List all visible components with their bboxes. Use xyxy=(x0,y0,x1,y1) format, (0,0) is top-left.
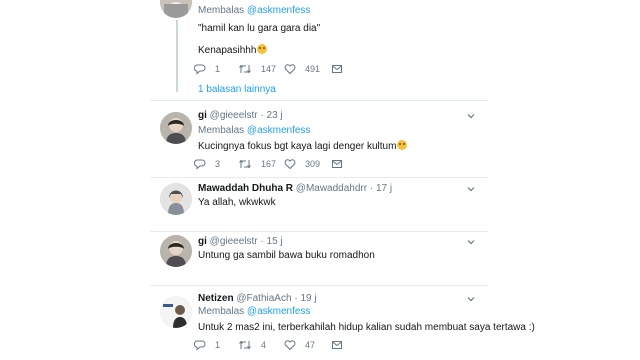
separator-dot: · xyxy=(260,110,264,121)
like-count: 47 xyxy=(305,340,316,350)
heart-icon xyxy=(284,340,296,351)
envelope-icon xyxy=(332,160,342,168)
chevron-down-icon[interactable] xyxy=(466,237,476,247)
reply-mention-link[interactable]: @askmenfess xyxy=(247,125,311,136)
avatar[interactable] xyxy=(160,183,192,215)
tweet-text-line-2: Kenapasihhh xyxy=(198,45,257,56)
user-handle[interactable]: @Mawaddahdrr xyxy=(296,183,367,194)
like-button[interactable]: 491 xyxy=(284,63,320,75)
tweet-meta: gi @gieeelstr · 15 j xyxy=(198,236,283,247)
tweet-3[interactable]: gi @gieeelstr · 15 j Untung ga sambil ba… xyxy=(150,232,488,285)
separator-dot: · xyxy=(294,293,298,304)
chevron-down-icon[interactable] xyxy=(466,184,476,194)
dm-button[interactable] xyxy=(331,339,352,351)
display-name[interactable]: gi xyxy=(198,236,207,247)
tweet-0[interactable]: Membalas @askmenfess "hamil kan lu gara … xyxy=(150,0,488,100)
reply-prefix: Membalas xyxy=(198,125,245,136)
tweet-text-line: Kucingnya fokus bgt kaya lagi denger kul… xyxy=(198,141,397,152)
separator-dot: · xyxy=(369,183,374,194)
avatar[interactable] xyxy=(160,296,192,328)
separator-dot: · xyxy=(260,236,264,247)
display-name[interactable]: Mawaddah Dhuha R xyxy=(198,183,293,194)
tweet-text: "hamil kan lu gara gara dia" Kenapasihhh xyxy=(198,22,320,57)
reply-button[interactable]: 1 xyxy=(194,339,220,351)
tweet-meta: gi @gieeelstr · 23 j xyxy=(198,110,283,121)
reply-button[interactable]: 3 xyxy=(194,158,220,170)
reply-prefix: Membalas xyxy=(198,306,245,317)
tweet-2[interactable]: Mawaddah Dhuha R @Mawaddahdrr · 17 j Ya … xyxy=(150,178,488,231)
tweet-meta: Mawaddah Dhuha R @Mawaddahdrr · 17 j xyxy=(198,183,392,194)
reply-button[interactable]: 1 xyxy=(194,63,220,75)
avatar[interactable] xyxy=(160,0,192,18)
more-replies-link[interactable]: 1 balasan lainnya xyxy=(198,84,276,95)
tweet-text: Ya allah, wkwkwk xyxy=(198,197,276,208)
tweet-text: Kucingnya fokus bgt kaya lagi denger kul… xyxy=(198,140,408,153)
reply-context: Membalas @askmenfess xyxy=(198,306,310,317)
reply-icon xyxy=(194,340,206,351)
tweet-meta: Netizen @FathiaAch · 19 j xyxy=(198,293,317,304)
reply-count: 1 xyxy=(215,340,221,350)
display-name[interactable]: gi xyxy=(198,110,207,121)
retweet-button[interactable]: 147 xyxy=(238,63,276,75)
user-handle[interactable]: @gieeelstr xyxy=(210,110,258,121)
thread-line xyxy=(176,20,178,92)
timestamp[interactable]: 19 j xyxy=(300,293,316,304)
retweet-count: 147 xyxy=(261,64,277,74)
reply-count: 3 xyxy=(215,159,221,169)
retweet-count: 4 xyxy=(261,340,267,350)
tweet-actions: 3 167 309 xyxy=(194,158,394,172)
reply-mention-link[interactable]: @askmenfess xyxy=(247,5,311,16)
like-button[interactable]: 47 xyxy=(284,339,315,351)
retweet-button[interactable]: 167 xyxy=(238,158,276,170)
reply-count: 1 xyxy=(215,64,221,74)
retweet-button[interactable]: 4 xyxy=(238,339,266,351)
tweet-text: Untung ga sambil bawa buku romadhon xyxy=(198,250,375,261)
timestamp[interactable]: 15 j xyxy=(267,236,283,247)
reply-prefix: Membalas xyxy=(198,5,245,16)
tweet-actions: 1 147 491 xyxy=(194,63,394,77)
tweet-1[interactable]: gi @gieeelstr · 23 j Membalas @askmenfes… xyxy=(150,101,488,177)
reply-context: Membalas @askmenfess xyxy=(198,125,310,136)
tears-of-joy-emoji-icon xyxy=(397,140,408,150)
tweet-actions: 1 4 47 xyxy=(194,339,394,353)
avatar[interactable] xyxy=(160,235,192,267)
reply-icon xyxy=(194,64,206,75)
retweet-count: 167 xyxy=(261,159,277,169)
tweet-thread: Membalas @askmenfess "hamil kan lu gara … xyxy=(150,0,535,360)
chevron-down-icon[interactable] xyxy=(466,294,476,304)
heart-icon xyxy=(284,64,296,75)
tweet-4[interactable]: Netizen @FathiaAch · 19 j Membalas @askm… xyxy=(150,286,535,360)
dm-button[interactable] xyxy=(331,63,352,75)
retweet-icon xyxy=(239,159,251,169)
user-handle[interactable]: @gieeelstr xyxy=(210,236,258,247)
timestamp[interactable]: 17 j xyxy=(376,183,392,194)
reply-icon xyxy=(194,159,206,170)
chevron-down-icon[interactable] xyxy=(466,111,476,121)
avatar[interactable] xyxy=(160,112,192,144)
dm-button[interactable] xyxy=(331,158,352,170)
like-count: 491 xyxy=(305,64,321,74)
envelope-icon xyxy=(332,65,342,73)
tweet-text-line-1: "hamil kan lu gara gara dia" xyxy=(198,23,321,34)
timestamp[interactable]: 23 j xyxy=(267,110,283,121)
reply-context: Membalas @askmenfess xyxy=(198,5,310,16)
tweet-text: Untuk 2 mas2 ini, terberkahilah hidup ka… xyxy=(198,322,535,333)
envelope-icon xyxy=(332,341,342,349)
like-button[interactable]: 309 xyxy=(284,158,320,170)
display-name[interactable]: Netizen xyxy=(198,293,234,304)
heart-icon xyxy=(284,159,296,170)
crying-face-emoji-icon xyxy=(257,44,268,54)
retweet-icon xyxy=(239,340,251,350)
reply-mention-link[interactable]: @askmenfess xyxy=(247,306,311,317)
like-count: 309 xyxy=(305,159,321,169)
retweet-icon xyxy=(239,64,251,74)
user-handle[interactable]: @FathiaAch xyxy=(236,293,291,304)
